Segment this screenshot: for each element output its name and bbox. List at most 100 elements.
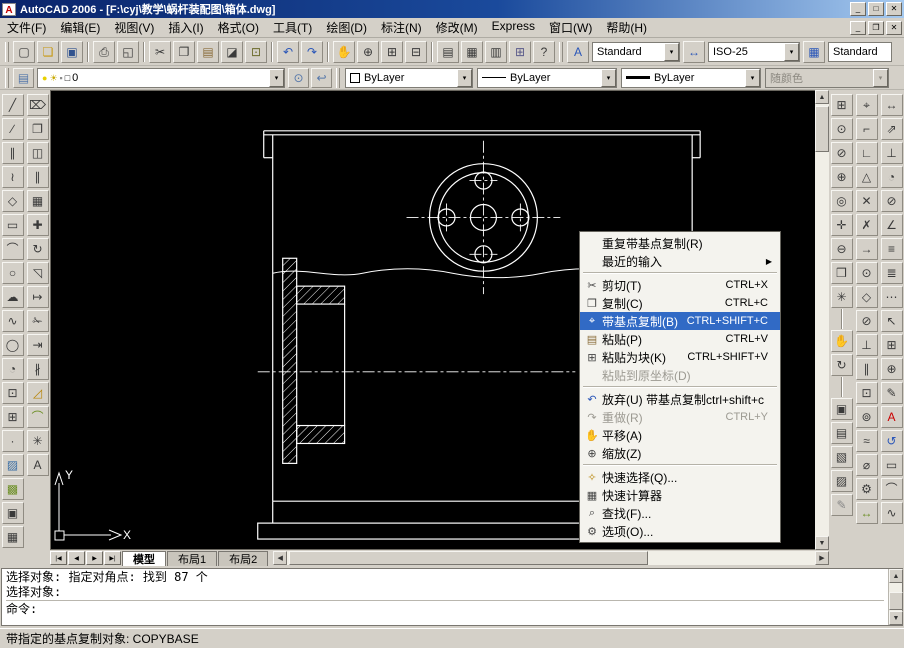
menu-express[interactable]: Express — [485, 17, 542, 38]
draworder-back-button[interactable]: ▤ — [831, 422, 853, 444]
properties-palette-button[interactable]: ▤ — [437, 41, 459, 63]
fillet-button[interactable]: ⌒ — [27, 406, 49, 428]
zoom-all-button[interactable]: ❒ — [831, 262, 853, 284]
toolbar-grip[interactable] — [559, 42, 563, 62]
snap-perpendicular-button[interactable]: ⊥ — [856, 334, 878, 356]
menu-item-quickcalc[interactable]: ▦快速计算器 — [580, 486, 780, 504]
table-style-manager-button[interactable]: ▦ — [803, 41, 825, 63]
rotate-button[interactable]: ↻ — [27, 238, 49, 260]
menu-insert[interactable]: 插入(I) — [161, 17, 210, 38]
snap-from-button[interactable]: ⌐ — [856, 118, 878, 140]
dim-text-edit-button[interactable]: A — [881, 406, 903, 428]
menu-item-copy-with-base-point[interactable]: ⌖带基点复制(B)CTRL+SHIFT+C — [580, 312, 780, 330]
snap-nearest-button[interactable]: ≈ — [856, 430, 878, 452]
quickcalc-button[interactable]: ⊞ — [509, 41, 531, 63]
menu-file[interactable]: 文件(F) — [0, 17, 53, 38]
mdi-close-button[interactable]: ✕ — [886, 21, 902, 35]
toolbar-grip[interactable] — [336, 68, 340, 88]
arc-button[interactable]: ⌒ — [2, 238, 24, 260]
circle-button[interactable]: ○ — [2, 262, 24, 284]
temporary-track-point-button[interactable]: ⌖ — [856, 94, 878, 116]
zoom-center-button[interactable]: ⊕ — [831, 166, 853, 188]
scale-button[interactable]: ◹ — [27, 262, 49, 284]
tab-nav-prev-button[interactable]: ◀ — [68, 551, 85, 565]
menu-draw[interactable]: 绘图(D) — [319, 17, 374, 38]
zoom-dynamic-button[interactable]: ⊙ — [831, 118, 853, 140]
dim-edit-button[interactable]: ✎ — [881, 382, 903, 404]
menu-item-paste-as-block[interactable]: ⊞粘贴为块(K)CTRL+SHIFT+V — [580, 348, 780, 366]
menu-item-cut[interactable]: ✂剪切(T)CTRL+X — [580, 276, 780, 294]
zoom-window-r-button[interactable]: ⊞ — [831, 94, 853, 116]
snap-apparent-intersection-button[interactable]: ✗ — [856, 214, 878, 236]
trim-button[interactable]: ✁ — [27, 310, 49, 332]
block-editor-button[interactable]: ⊡ — [245, 41, 267, 63]
dim-ordinate-button[interactable]: ⊥ — [881, 142, 903, 164]
snap-midpoint-button[interactable]: △ — [856, 166, 878, 188]
pan-realtime-button[interactable]: ✋ — [333, 41, 355, 63]
snap-node-button[interactable]: ⊚ — [856, 406, 878, 428]
explode-button[interactable]: ✳ — [27, 430, 49, 452]
plot-preview-button[interactable]: ◱ — [117, 41, 139, 63]
command-prompt[interactable]: 命令: — [6, 601, 884, 617]
table-button[interactable]: ▦ — [2, 526, 24, 548]
designcenter-button[interactable]: ▦ — [461, 41, 483, 63]
dim-jogged-button[interactable]: ∿ — [881, 502, 903, 524]
copy-clip-button[interactable]: ❐ — [173, 41, 195, 63]
make-block-button[interactable]: ⊞ — [2, 406, 24, 428]
chevron-down-icon[interactable]: ▾ — [745, 69, 760, 87]
quick-leader-button[interactable]: ↖ — [881, 310, 903, 332]
cut-clip-button[interactable]: ✂ — [149, 41, 171, 63]
offset-button[interactable]: ∥ — [27, 166, 49, 188]
vertical-scroll-track[interactable] — [815, 104, 829, 536]
snap-none-button[interactable]: ⌀ — [856, 454, 878, 476]
menu-item-quick-select[interactable]: ✧快速选择(Q)... — [580, 468, 780, 486]
dim-arc-length-button[interactable]: ⌒ — [881, 478, 903, 500]
dim-update-button[interactable]: ↺ — [881, 430, 903, 452]
zoom-scale-button[interactable]: ⊘ — [831, 142, 853, 164]
menu-item-copy[interactable]: ❐复制(C)CTRL+C — [580, 294, 780, 312]
redo-button[interactable]: ↷ — [301, 41, 323, 63]
menu-item-recent-input[interactable]: 最近的输入▶ — [580, 252, 780, 270]
multiline-button[interactable]: ∥ — [2, 142, 24, 164]
tab-layout1[interactable]: 布局1 — [167, 551, 217, 566]
layer-dropdown[interactable]: ●☀▪□ 0 ▾ — [37, 68, 285, 88]
osnap-settings-button[interactable]: ⚙ — [856, 478, 878, 500]
ellipse-arc-button[interactable]: ◔ — [2, 358, 24, 380]
menu-view[interactable]: 视图(V) — [107, 17, 161, 38]
chevron-down-icon[interactable]: ▾ — [784, 43, 799, 61]
menu-help[interactable]: 帮助(H) — [599, 17, 654, 38]
point-button[interactable]: · — [2, 430, 24, 452]
menu-edit[interactable]: 编辑(E) — [53, 17, 107, 38]
undo-button[interactable]: ↶ — [277, 41, 299, 63]
tab-layout2[interactable]: 布局2 — [218, 551, 268, 566]
snap-parallel-button[interactable]: ∥ — [856, 358, 878, 380]
close-button[interactable]: ✕ — [886, 2, 902, 16]
zoom-in-button[interactable]: ✛ — [831, 214, 853, 236]
new-file-button[interactable]: ▢ — [13, 41, 35, 63]
snap-center-button[interactable]: ⊙ — [856, 262, 878, 284]
scroll-left-button[interactable]: ◀ — [273, 551, 287, 565]
snap-quadrant-button[interactable]: ◇ — [856, 286, 878, 308]
ellipse-button[interactable]: ◯ — [2, 334, 24, 356]
lineweight-dropdown[interactable]: ByLayer ▾ — [621, 68, 761, 88]
dim-linear-button[interactable]: ↔ — [881, 94, 903, 116]
erase-button[interactable]: ⌦ — [27, 94, 49, 116]
dim-continue-button[interactable]: ⋯ — [881, 286, 903, 308]
layer-properties-manager-button[interactable]: ▤ — [13, 68, 34, 88]
zoom-out-button[interactable]: ⊖ — [831, 238, 853, 260]
line-button[interactable]: ╱ — [2, 94, 24, 116]
horizontal-scroll-thumb[interactable] — [289, 551, 648, 565]
quick-dimension-button[interactable]: ≡ — [881, 238, 903, 260]
mirror-button[interactable]: ◫ — [27, 142, 49, 164]
text-style-dropdown[interactable]: Standard ▾ — [592, 42, 680, 62]
save-file-button[interactable]: ▣ — [61, 41, 83, 63]
drawing-canvas[interactable]: Y X 重复带基点复制(R)最近的输入▶✂剪切(T)CTRL+X❐复制(C)CT… — [50, 90, 815, 550]
text-style-manager-button[interactable]: A — [567, 41, 589, 63]
minimize-button[interactable]: _ — [850, 2, 866, 16]
break-button[interactable]: ∦ — [27, 358, 49, 380]
draworder-above-button[interactable]: ▧ — [831, 446, 853, 468]
dim-style-manager-button[interactable]: ↔ — [683, 41, 705, 63]
extend-button[interactable]: ⇥ — [27, 334, 49, 356]
command-scroll-thumb[interactable] — [889, 592, 903, 610]
toolbar-grip[interactable] — [5, 42, 9, 62]
